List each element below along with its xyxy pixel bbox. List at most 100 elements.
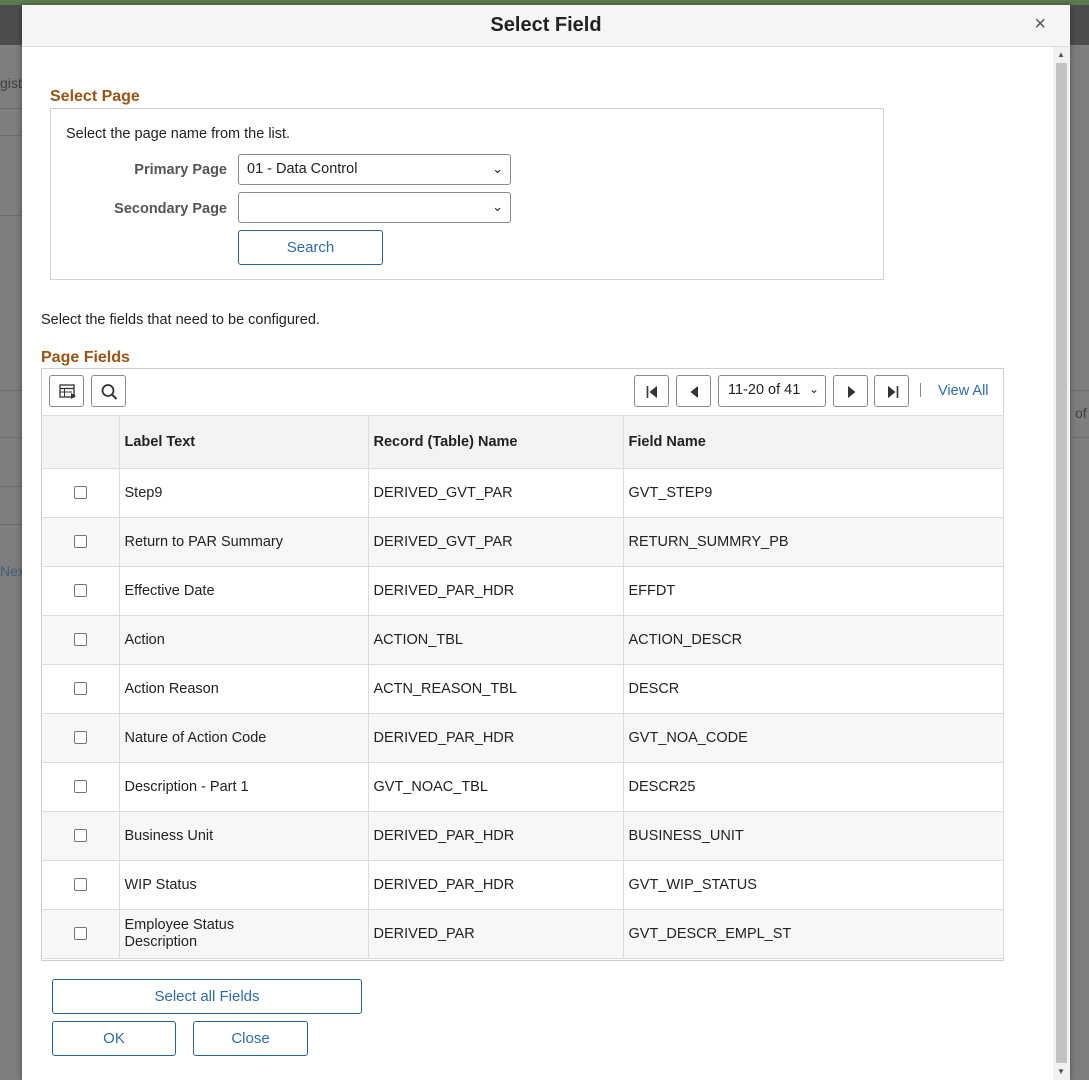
- row-select-cell: [42, 811, 120, 861]
- scroll-up-arrow-icon[interactable]: ▲: [1057, 51, 1065, 59]
- view-all-link[interactable]: View All: [938, 383, 989, 399]
- primary-page-label: Primary Page: [134, 162, 227, 178]
- row-select-cell: [42, 615, 120, 665]
- last-page-icon: [888, 386, 899, 398]
- label-text-cell: Step9: [119, 468, 369, 518]
- label-text-cell: WIP Status: [119, 860, 369, 910]
- primary-page-select[interactable]: 01 - Data Control ⌄: [238, 154, 511, 185]
- field-name-cell: DESCR: [623, 664, 1004, 714]
- scroll-down-arrow-icon[interactable]: ▼: [1057, 1068, 1065, 1076]
- background-divider: [0, 390, 22, 391]
- secondary-page-select[interactable]: ⌄: [238, 192, 511, 223]
- record-name-cell: DERIVED_PAR: [368, 909, 624, 959]
- background-text-fragment: gist: [0, 75, 22, 91]
- first-page-button[interactable]: [634, 375, 669, 407]
- row-checkbox[interactable]: [73, 535, 87, 549]
- column-header-select: [42, 415, 120, 469]
- record-name-cell: DERIVED_PAR_HDR: [368, 811, 624, 861]
- column-header-field-name: Field Name: [623, 415, 1004, 469]
- dialog-header: Select Field ×: [22, 5, 1070, 47]
- page-range-select[interactable]: 11-20 of 41 ⌄: [718, 375, 826, 407]
- page-range-value: 11-20 of 41: [728, 382, 801, 398]
- table-row: Employee Status Description DERIVED_PAR …: [42, 909, 1004, 959]
- record-name-cell: ACTN_REASON_TBL: [368, 664, 624, 714]
- record-name-cell: DERIVED_GVT_PAR: [368, 517, 624, 567]
- row-select-cell: [42, 860, 120, 910]
- first-page-icon: [646, 386, 657, 398]
- label-text-cell: Return to PAR Summary: [119, 517, 369, 567]
- table-row: Description - Part 1 GVT_NOAC_TBL DESCR2…: [42, 762, 1004, 812]
- grid-toolbar: 11-20 of 41 ⌄ View All: [42, 369, 1003, 415]
- background-divider: [0, 524, 22, 525]
- row-select-cell: [42, 517, 120, 567]
- field-name-cell: GVT_NOA_CODE: [623, 713, 1004, 763]
- row-checkbox[interactable]: [73, 829, 87, 843]
- table-row: Nature of Action Code DERIVED_PAR_HDR GV…: [42, 713, 1004, 763]
- chevron-down-icon: ⌄: [492, 199, 503, 214]
- table-row: Effective Date DERIVED_PAR_HDR EFFDT: [42, 566, 1004, 616]
- close-button[interactable]: Close: [193, 1021, 308, 1056]
- select-all-fields-button[interactable]: Select all Fields: [52, 979, 362, 1014]
- search-button[interactable]: Search: [238, 230, 383, 265]
- field-name-cell: GVT_DESCR_EMPL_ST: [623, 909, 1004, 959]
- row-checkbox[interactable]: [73, 584, 87, 598]
- table-row: Action ACTION_TBL ACTION_DESCR: [42, 615, 1004, 665]
- chevron-down-icon: ⌄: [492, 161, 503, 176]
- table-row: Action Reason ACTN_REASON_TBL DESCR: [42, 664, 1004, 714]
- background-text-fragment: of: [1075, 405, 1087, 421]
- fields-instruction: Select the fields that need to be config…: [41, 312, 320, 328]
- ok-button[interactable]: OK: [52, 1021, 176, 1056]
- record-name-cell: DERIVED_PAR_HDR: [368, 713, 624, 763]
- search-icon: [101, 384, 118, 400]
- background-divider: [1070, 390, 1089, 391]
- close-icon[interactable]: ×: [1034, 13, 1046, 36]
- label-text-cell: Description - Part 1: [119, 762, 369, 812]
- chevron-down-icon: ⌄: [808, 382, 819, 396]
- row-select-cell: [42, 566, 120, 616]
- previous-page-button[interactable]: [676, 375, 711, 407]
- row-select-cell: [42, 713, 120, 763]
- row-select-cell: [42, 762, 120, 812]
- column-header-record-name: Record (Table) Name: [368, 415, 624, 469]
- field-name-cell: EFFDT: [623, 566, 1004, 616]
- background-divider: [0, 135, 22, 136]
- field-name-cell: BUSINESS_UNIT: [623, 811, 1004, 861]
- row-checkbox[interactable]: [73, 878, 87, 892]
- table-row: Business Unit DERIVED_PAR_HDR BUSINESS_U…: [42, 811, 1004, 861]
- record-name-cell: DERIVED_PAR_HDR: [368, 566, 624, 616]
- table-row: WIP Status DERIVED_PAR_HDR GVT_WIP_STATU…: [42, 860, 1004, 910]
- page-fields-table: Label Text Record (Table) Name Field Nam…: [42, 415, 1004, 959]
- secondary-page-label: Secondary Page: [114, 201, 227, 217]
- record-name-cell: GVT_NOAC_TBL: [368, 762, 624, 812]
- pager-separator: [920, 383, 921, 397]
- select-page-title: Select Page: [50, 88, 140, 105]
- grid-personalize-icon: [59, 384, 76, 399]
- row-select-cell: [42, 909, 120, 959]
- dialog-scrollbar[interactable]: ▲ ▼: [1053, 47, 1070, 1080]
- grid-find-button[interactable]: [91, 375, 126, 407]
- page-fields-grid: 11-20 of 41 ⌄ View All Label Text Record…: [41, 368, 1004, 961]
- record-name-cell: ACTION_TBL: [368, 615, 624, 665]
- grid-personalize-button[interactable]: [49, 375, 84, 407]
- row-checkbox[interactable]: [73, 780, 87, 794]
- row-checkbox[interactable]: [73, 731, 87, 745]
- row-checkbox[interactable]: [73, 927, 87, 941]
- row-checkbox[interactable]: [73, 633, 87, 647]
- table-row: Return to PAR Summary DERIVED_GVT_PAR RE…: [42, 517, 1004, 567]
- scroll-thumb[interactable]: [1056, 63, 1067, 1063]
- select-page-instruction: Select the page name from the list.: [66, 126, 291, 142]
- previous-icon: [690, 386, 698, 398]
- background-divider: [0, 437, 22, 438]
- field-name-cell: GVT_STEP9: [623, 468, 1004, 518]
- background-divider: [0, 215, 22, 216]
- record-name-cell: DERIVED_PAR_HDR: [368, 860, 624, 910]
- last-page-button[interactable]: [874, 375, 909, 407]
- row-checkbox[interactable]: [73, 486, 87, 500]
- row-select-cell: [42, 664, 120, 714]
- next-page-button[interactable]: [833, 375, 868, 407]
- row-checkbox[interactable]: [73, 682, 87, 696]
- background-divider: [1070, 437, 1089, 438]
- label-text-cell: Action: [119, 615, 369, 665]
- next-icon: [848, 386, 856, 398]
- background-divider: [0, 486, 22, 487]
